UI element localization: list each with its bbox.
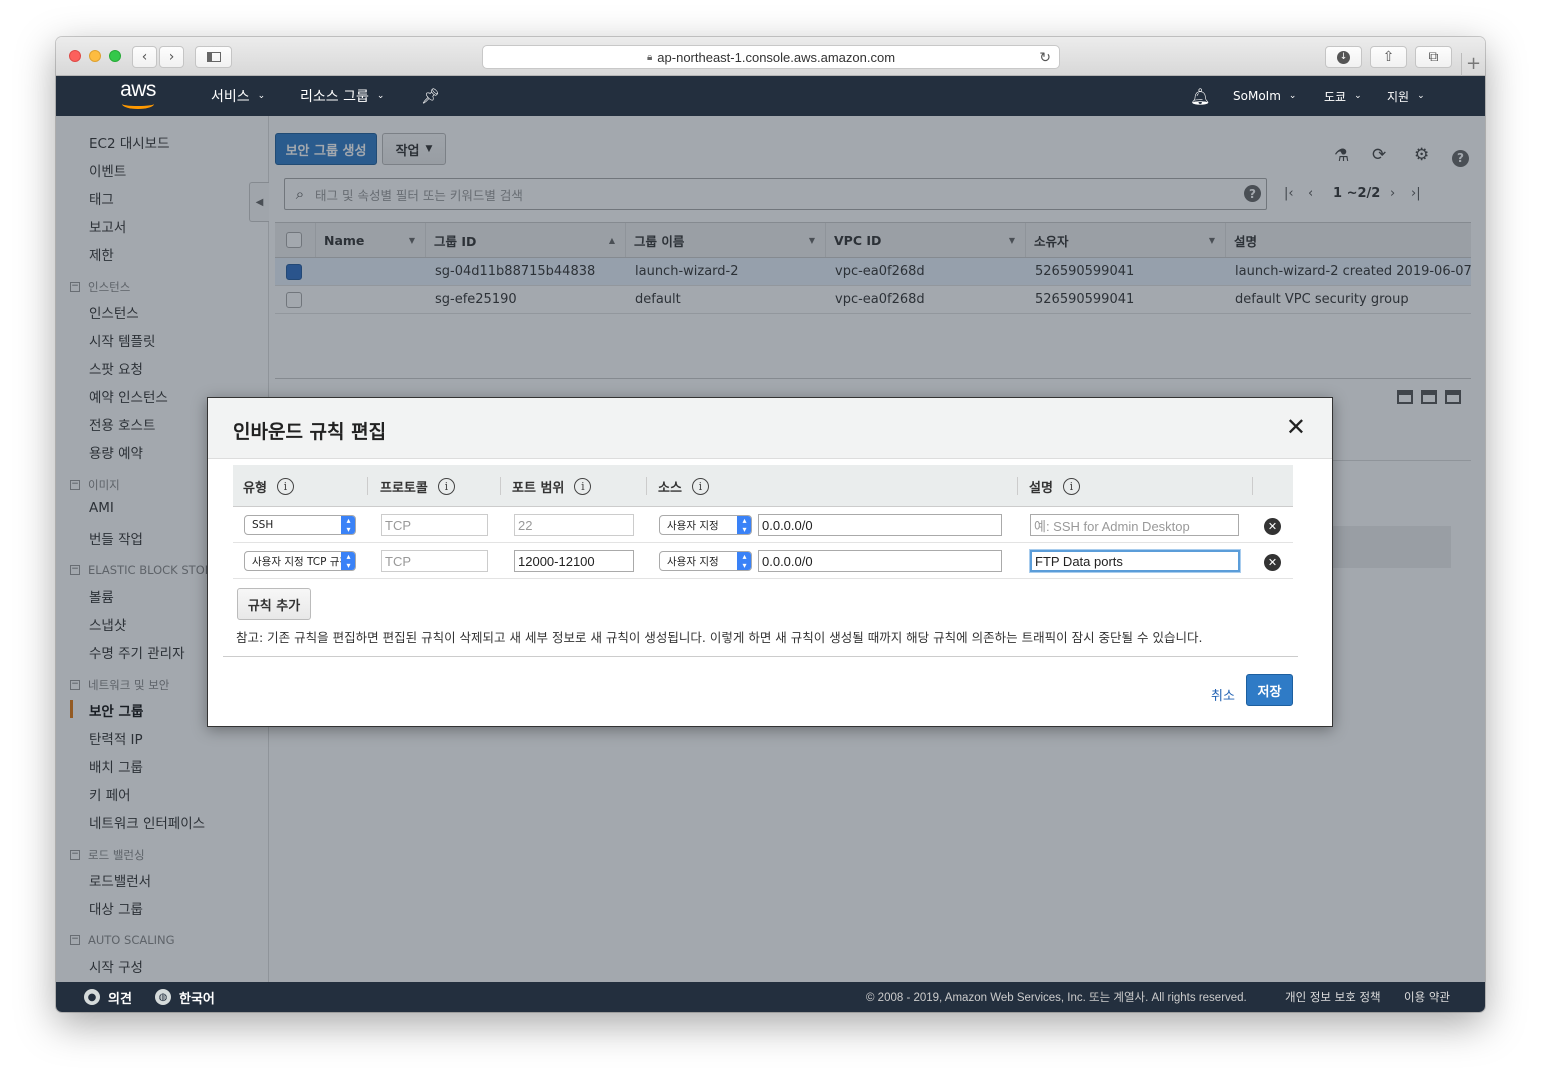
rule-type-select[interactable]: 사용자 지정 TCP 규칙 ▴ ▾	[244, 551, 356, 571]
pin-icon[interactable]: 📌︎	[421, 76, 440, 116]
terms-link[interactable]: 이용 약관	[1404, 982, 1450, 1012]
chevron-right-icon: ›	[168, 49, 175, 65]
zoom-window-button[interactable]	[109, 50, 121, 62]
remove-rule-icon[interactable]: ✕	[1264, 554, 1281, 571]
chevron-down-icon: ⌄	[257, 91, 266, 101]
chevron-down-icon: ⌄	[1417, 91, 1425, 101]
info-icon[interactable]: i	[1062, 477, 1080, 495]
close-window-button[interactable]	[69, 50, 81, 62]
aws-footer: ● 의견 ◍ 한국어 © 2008 - 2019, Amazon Web Servi…	[56, 982, 1485, 1012]
aws-top-nav: aws 서비스 ⌄ 리소스 그룹 ⌄ 📌︎ 🔔︎ SoMoIm ⌄ 도쿄 ⌄ 지원 ⌄	[56, 76, 1485, 116]
tabs-icon: ⧉	[1428, 49, 1439, 65]
chevron-left-icon: ‹	[141, 49, 148, 65]
reload-icon[interactable]: ↻	[1039, 49, 1051, 66]
chevron-down-icon: ⌄	[376, 91, 385, 101]
cancel-button[interactable]: 취소	[1211, 685, 1235, 704]
dialog-divider	[223, 656, 1298, 657]
downloads-button[interactable]: ↓	[1325, 46, 1362, 68]
back-button[interactable]: ‹	[132, 46, 157, 68]
aws-logo[interactable]: aws	[116, 79, 160, 113]
source-type-select[interactable]: 사용자 지정 ▴ ▾	[659, 551, 752, 571]
speech-bubble-icon: ●	[84, 989, 100, 1005]
region-menu[interactable]: 도쿄 ⌄	[1324, 76, 1362, 116]
save-button[interactable]: 저장	[1246, 674, 1293, 706]
info-icon[interactable]: i	[276, 477, 294, 495]
support-menu[interactable]: 지원 ⌄	[1387, 76, 1425, 116]
info-icon[interactable]: i	[574, 477, 592, 495]
feedback-link[interactable]: ● 의견	[84, 982, 132, 1012]
share-button[interactable]: ⇧	[1370, 46, 1407, 68]
download-icon: ↓	[1337, 50, 1350, 64]
tabs-button[interactable]: ⧉	[1415, 46, 1452, 68]
forward-button[interactable]: ›	[159, 46, 184, 68]
port-range-input[interactable]: 12000-12100	[514, 550, 634, 572]
source-type-select[interactable]: 사용자 지정 ▴ ▾	[659, 515, 752, 535]
close-icon[interactable]: ✕	[1286, 414, 1306, 440]
resource-groups-menu[interactable]: 리소스 그룹 ⌄	[300, 76, 384, 116]
edit-inbound-rules-dialog: 인바운드 규칙 편집 ✕ 유형 i 프로토콜 i 포트 범위 i 소스 i 설명 i SS…	[207, 397, 1333, 727]
source-cidr-input[interactable]: 0.0.0.0/0	[758, 550, 1002, 572]
protocol-field: TCP	[381, 514, 488, 536]
browser-toolbar: ‹ › 🔒︎ ap-northeast-1.console.aws.amazon…	[56, 37, 1485, 76]
select-arrows-icon: ▴ ▾	[341, 552, 355, 570]
rule-type-select[interactable]: SSH ▴ ▾	[244, 515, 356, 535]
select-arrows-icon: ▴ ▾	[737, 516, 751, 534]
column-type: 유형 i	[243, 465, 294, 507]
rules-table-header: 유형 i 프로토콜 i 포트 범위 i 소스 i 설명 i	[233, 465, 1293, 507]
address-bar[interactable]: 🔒︎ ap-northeast-1.console.aws.amazon.com…	[482, 45, 1060, 69]
info-icon[interactable]: i	[691, 477, 709, 495]
sidebar-icon	[206, 52, 221, 62]
select-arrows-icon: ▴ ▾	[737, 552, 751, 570]
source-cidr-input[interactable]: 0.0.0.0/0	[758, 514, 1002, 536]
edit-warning-note: 참고: 기존 규칙을 편집하면 편집된 규칙이 삭제되고 새 세부 정보로 새 …	[236, 630, 1203, 645]
description-input[interactable]: 예: SSH for Admin Desktop	[1030, 514, 1239, 536]
account-menu[interactable]: SoMoIm ⌄	[1233, 76, 1296, 116]
chevron-down-icon: ⌄	[1354, 91, 1362, 101]
copyright-text: © 2008 - 2019, Amazon Web Services, Inc.…	[866, 992, 1247, 1004]
add-rule-button[interactable]: 규칙 추가	[237, 588, 311, 620]
remove-rule-icon[interactable]: ✕	[1264, 518, 1281, 535]
column-port-range: 포트 범위 i	[512, 465, 592, 507]
language-selector[interactable]: ◍ 한국어	[155, 982, 215, 1012]
new-tab-button[interactable]: +	[1461, 53, 1485, 76]
lock-icon: 🔒︎	[646, 51, 653, 63]
privacy-link[interactable]: 개인 정보 보호 정책	[1285, 982, 1381, 1012]
column-description: 설명 i	[1029, 465, 1080, 507]
sidebar-toggle-button[interactable]	[195, 46, 232, 68]
column-protocol: 프로토콜 i	[380, 465, 455, 507]
minimize-window-button[interactable]	[89, 50, 101, 62]
bell-icon[interactable]: 🔔︎	[1190, 76, 1210, 116]
dialog-header: 인바운드 규칙 편집 ✕	[208, 398, 1332, 459]
rule-row: 사용자 지정 TCP 규칙 ▴ ▾ TCP 12000-12100 사용자 지정 ▴ ▾…	[233, 543, 1293, 579]
aws-smile-icon	[122, 99, 154, 109]
select-arrows-icon: ▴ ▾	[341, 516, 355, 534]
protocol-field: TCP	[381, 550, 488, 572]
globe-icon: ◍	[155, 989, 171, 1005]
dialog-title: 인바운드 규칙 편집	[233, 421, 387, 443]
info-icon[interactable]: i	[437, 477, 455, 495]
port-range-field: 22	[514, 514, 634, 536]
chevron-down-icon: ⌄	[1288, 91, 1297, 101]
url-text: ap-northeast-1.console.aws.amazon.com	[657, 49, 896, 65]
share-icon: ⇧	[1382, 49, 1395, 65]
services-menu[interactable]: 서비스 ⌄	[211, 76, 265, 116]
description-input[interactable]: FTP Data ports	[1030, 550, 1240, 572]
rule-row: SSH ▴ ▾ TCP 22 사용자 지정 ▴ ▾ 0.0.0.0/0 예: SSH f…	[233, 507, 1293, 543]
column-source: 소스 i	[658, 465, 709, 507]
